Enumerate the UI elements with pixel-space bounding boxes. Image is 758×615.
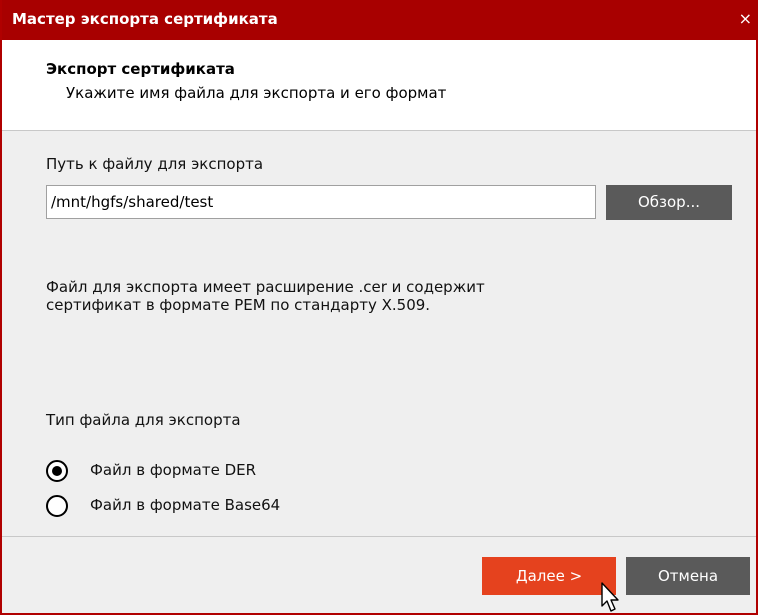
path-label: Путь к файлу для экспорта <box>46 155 264 173</box>
export-wizard-window: Мастер экспорта сертификата × Экспорт се… <box>0 0 758 615</box>
footer-divider <box>2 536 756 537</box>
info-line-1: Файл для экспорта имеет расширение .cer … <box>46 278 485 296</box>
mouse-cursor-icon <box>601 582 619 612</box>
info-text: Файл для экспорта имеет расширение .cer … <box>46 278 686 314</box>
browse-button[interactable]: Обзор... <box>606 185 732 220</box>
page-title: Экспорт сертификата <box>46 60 235 78</box>
radio-label-base64: Файл в формате Base64 <box>90 496 281 514</box>
page-subtitle: Укажите имя файла для экспорта и его фор… <box>66 84 447 102</box>
wizard-header: Экспорт сертификата Укажите имя файла дл… <box>2 40 756 131</box>
info-line-2: сертификат в формате PEM по стандарту X.… <box>46 296 431 314</box>
radio-button-der[interactable] <box>46 460 68 482</box>
cancel-button[interactable]: Отмена <box>626 557 750 595</box>
radio-selected-dot <box>52 466 62 476</box>
window-title: Мастер экспорта сертификата <box>12 10 278 28</box>
next-button[interactable]: Далее > <box>482 557 616 595</box>
radio-button-base64[interactable] <box>46 495 68 517</box>
close-icon[interactable]: × <box>739 10 752 28</box>
title-bar[interactable]: Мастер экспорта сертификата × <box>2 0 758 40</box>
file-type-label: Тип файла для экспорта <box>46 411 241 429</box>
path-input[interactable] <box>46 185 596 219</box>
radio-label-der: Файл в формате DER <box>90 461 257 479</box>
